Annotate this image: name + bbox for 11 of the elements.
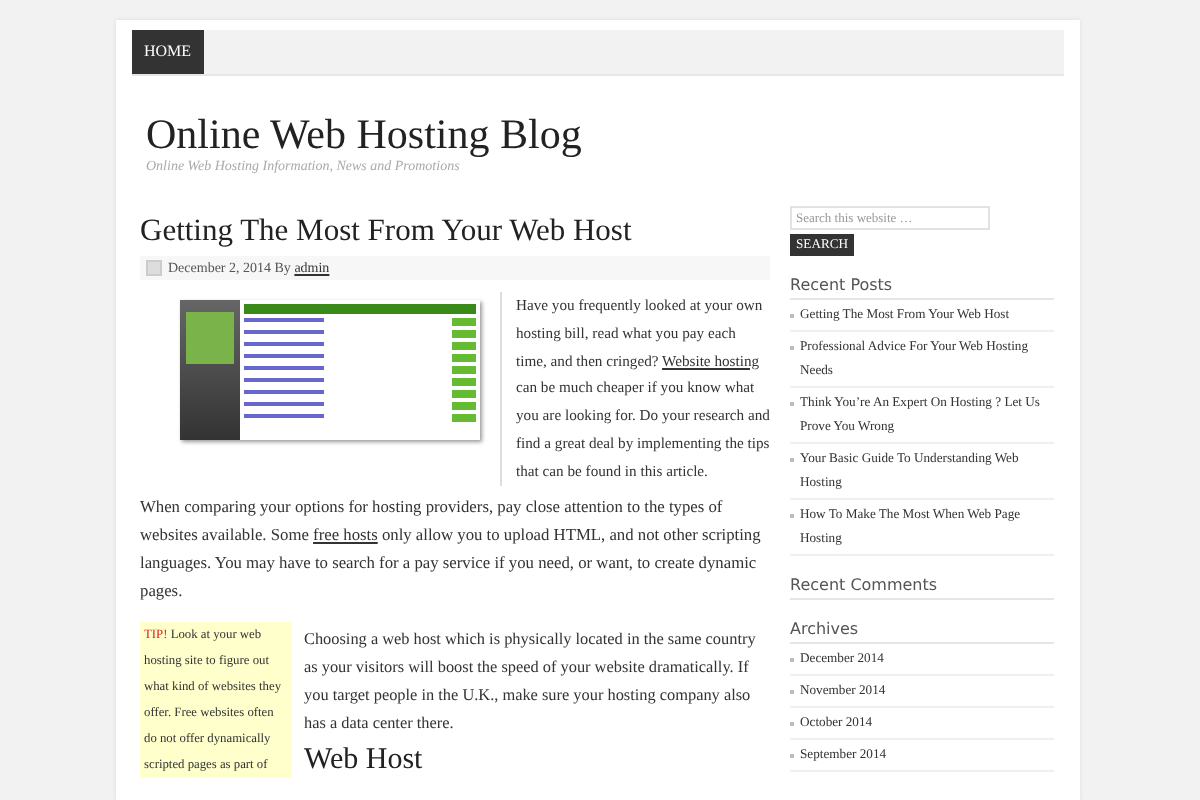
widget-title: Recent Comments [790, 556, 1054, 600]
post-title[interactable]: Getting The Most From Your Web Host [140, 214, 770, 250]
calendar-icon [146, 260, 162, 276]
widget-title: Recent Posts [790, 256, 1054, 300]
widget-title: Archives [790, 600, 1054, 644]
body-paragraph: When comparing your options for hosting providers, pay close attention to the types of websites available. Some free hosts only allow you to upload HTML, and not other scripting languages. You may have to search for a pay service if you need, or want, to create dynamic pages. [140, 495, 763, 605]
site-title[interactable]: Online Web Hosting Blog [146, 112, 1064, 156]
body-paragraph: Choosing a web host which is physically located in the same country as your visitors will boost the speed of your website dramatically. If you target people in the U.K., make sure your hosting company also has a data center there. [304, 628, 758, 737]
section-heading: Web Host [304, 744, 425, 779]
text-link[interactable]: free hosts [313, 525, 378, 544]
nav-link[interactable]: HOME [132, 30, 204, 74]
